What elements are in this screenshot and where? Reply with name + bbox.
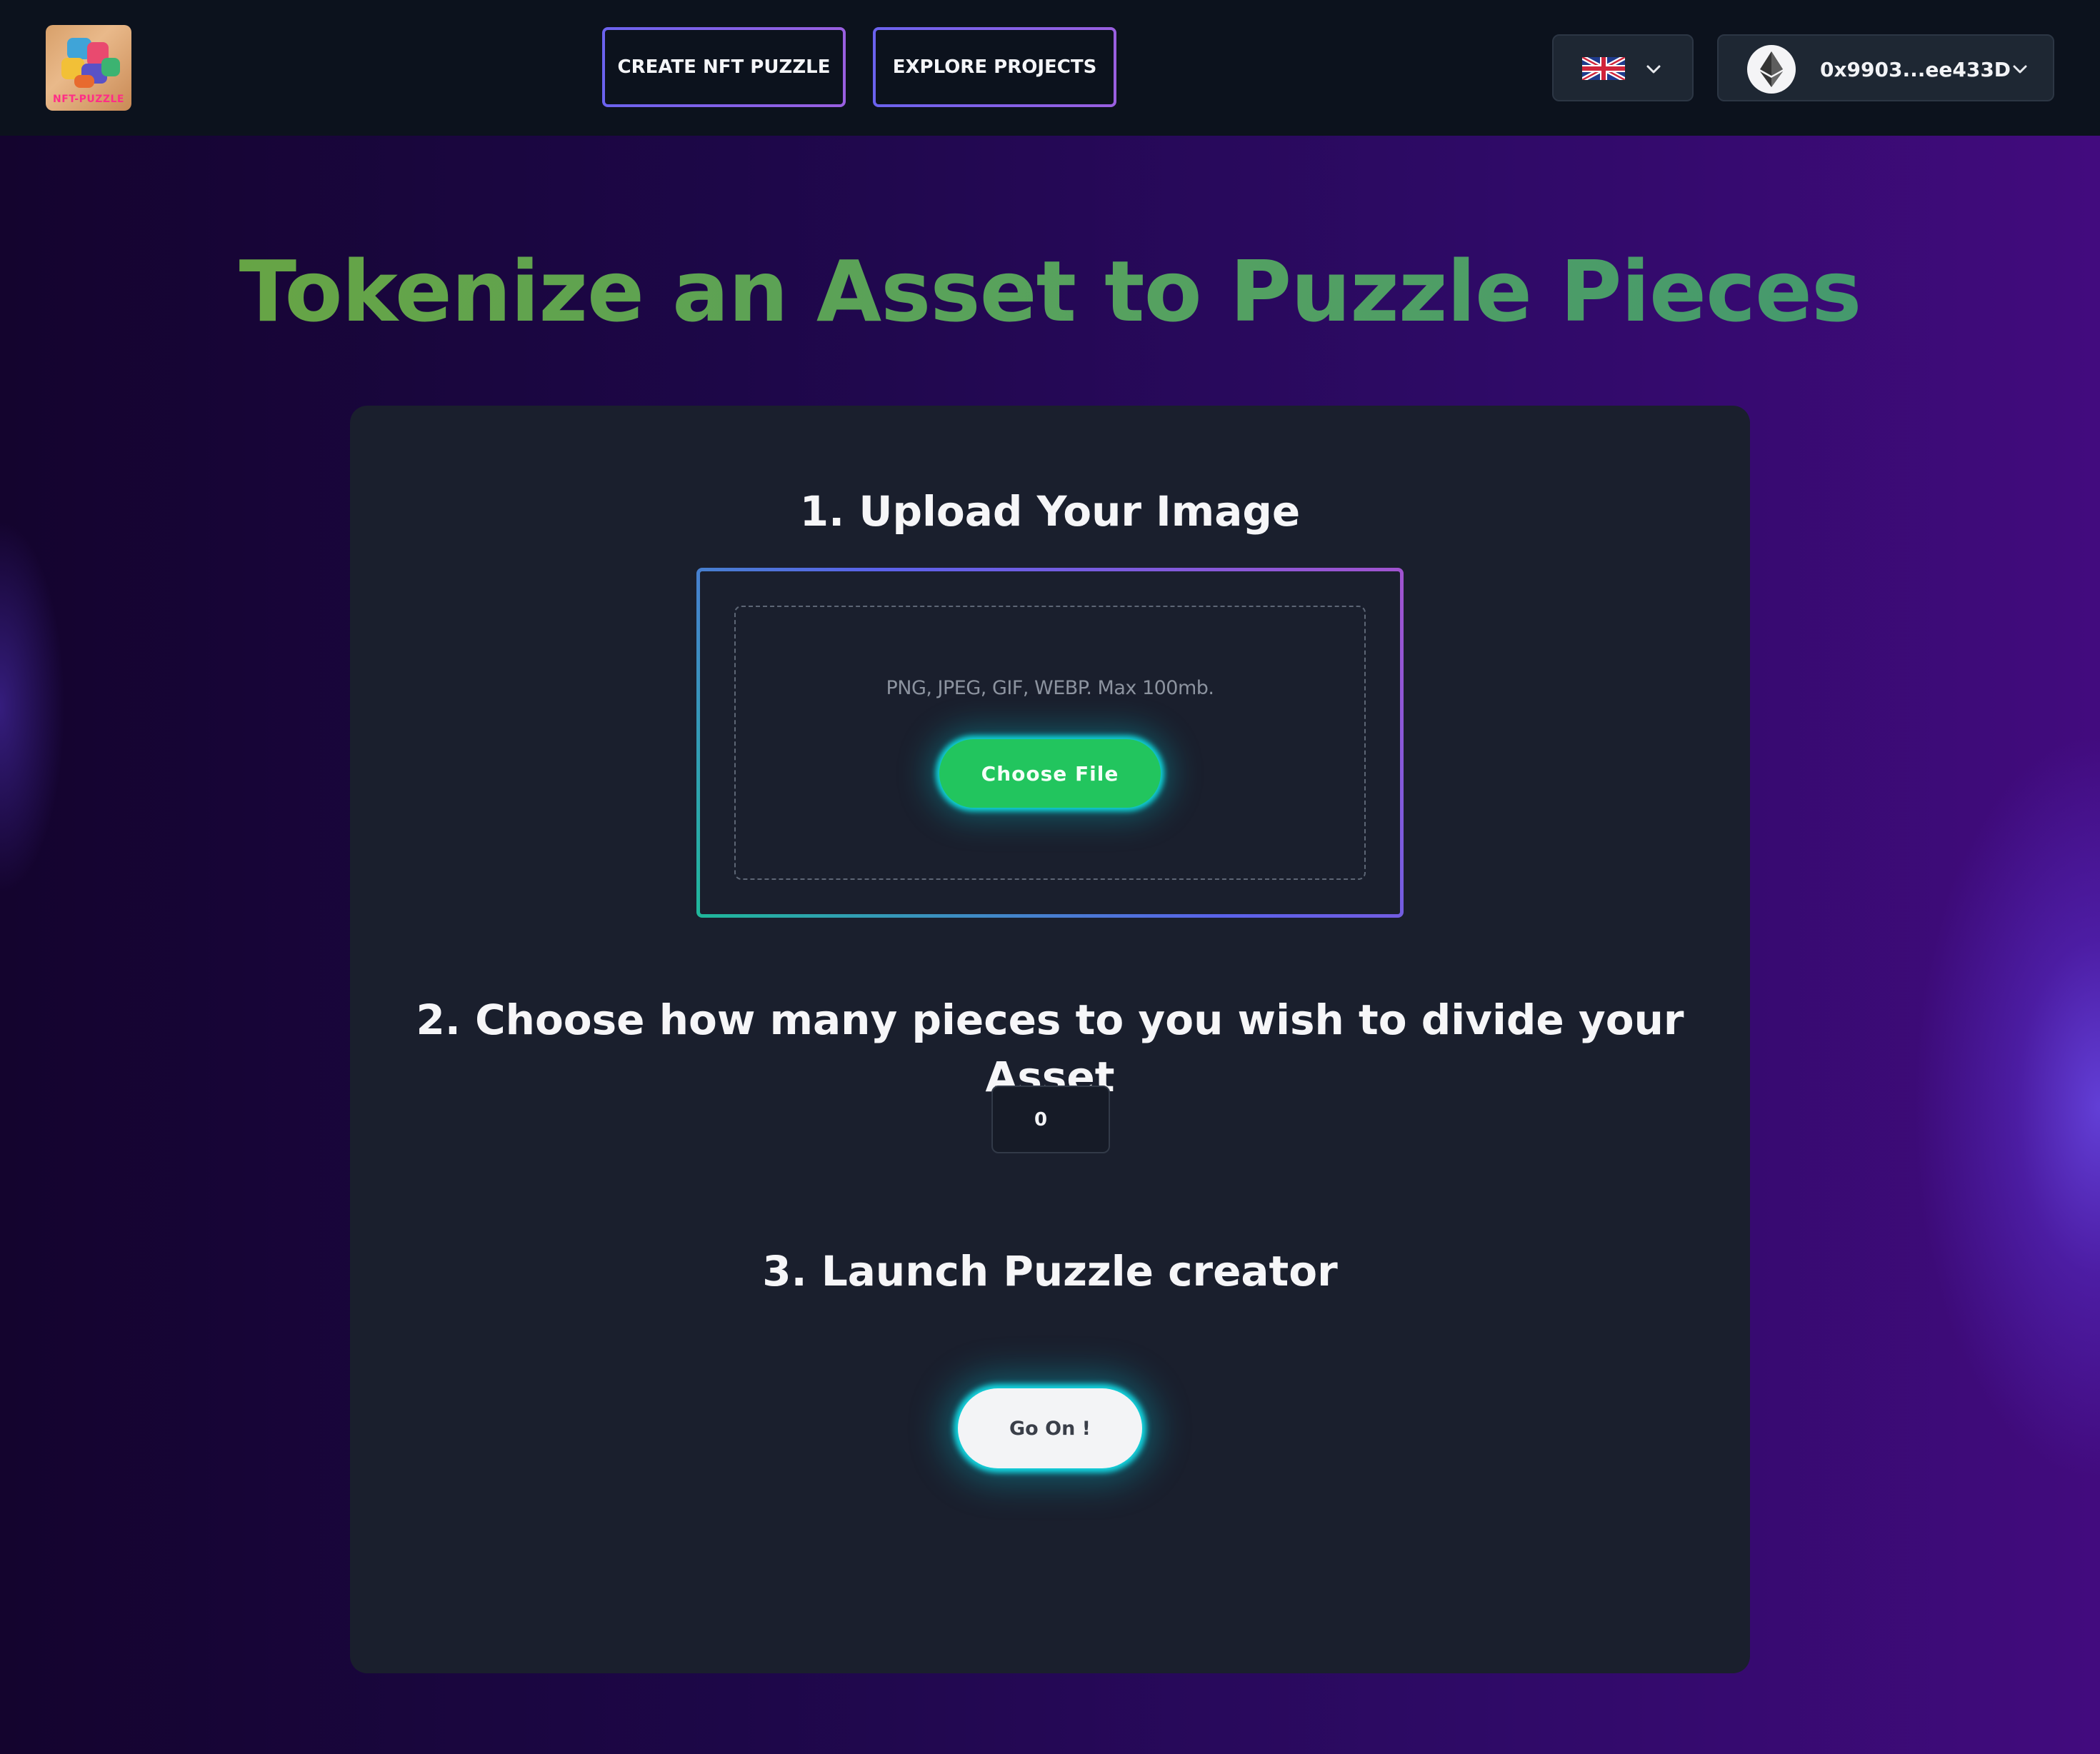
pieces-count-input[interactable]: 0 bbox=[991, 1086, 1110, 1153]
nft-puzzle-logo[interactable]: NFT-PUZZLE bbox=[46, 25, 131, 111]
upload-step-title: 1. Upload Your Image bbox=[799, 487, 1301, 536]
image-upload-area[interactable]: PNG, JPEG, GIF, WEBP. Max 100mb. Choose … bbox=[696, 568, 1404, 918]
wallet-account-menu[interactable]: 0x9903...ee433D bbox=[1717, 34, 2054, 101]
uk-flag-icon bbox=[1582, 57, 1625, 80]
upload-format-hint: PNG, JPEG, GIF, WEBP. Max 100mb. bbox=[886, 677, 1214, 699]
upload-dropzone[interactable]: PNG, JPEG, GIF, WEBP. Max 100mb. Choose … bbox=[734, 606, 1366, 880]
page-title: Tokenize an Asset to Puzzle Pieces bbox=[0, 241, 2100, 341]
wallet-address: 0x9903...ee433D bbox=[1820, 57, 2011, 81]
ethereum-icon bbox=[1747, 45, 1796, 94]
chevron-down-icon bbox=[2013, 65, 2027, 74]
choose-file-button[interactable]: Choose File bbox=[939, 739, 1161, 808]
language-selector[interactable] bbox=[1552, 34, 1694, 101]
chevron-down-icon bbox=[1646, 65, 1661, 74]
go-on-button[interactable]: Go On ! bbox=[958, 1388, 1142, 1468]
launch-step-title: 3. Launch Puzzle creator bbox=[762, 1247, 1338, 1296]
create-nft-puzzle-button[interactable]: CREATE NFT PUZZLE bbox=[602, 27, 846, 107]
puzzle-creation-card: 1. Upload Your Image PNG, JPEG, GIF, WEB… bbox=[350, 406, 1750, 1673]
logo-wordmark: NFT-PUZZLE bbox=[53, 94, 124, 105]
top-navigation-bar: NFT-PUZZLE CREATE NFT PUZZLE EXPLORE PRO… bbox=[0, 0, 2100, 136]
explore-projects-button[interactable]: EXPLORE PROJECTS bbox=[873, 27, 1116, 107]
